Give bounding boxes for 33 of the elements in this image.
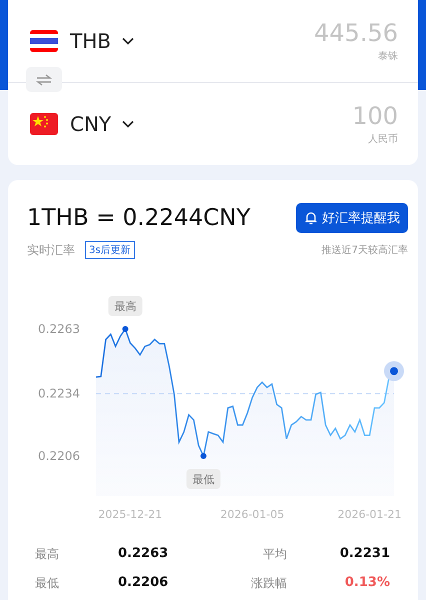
stat-label: 涨跌幅: [251, 575, 287, 592]
realtime-label: 实时汇率: [27, 242, 75, 258]
currency-name: 泰铢: [378, 50, 398, 63]
flag-icon: [30, 113, 58, 135]
swap-icon: [36, 74, 52, 86]
exchange-rate: 1THB = 0.2244CNY: [27, 205, 250, 231]
currency-code[interactable]: CNY: [70, 112, 112, 136]
current-dot: [384, 361, 404, 382]
stat-value: 0.13%: [344, 575, 390, 592]
stat-label: 最高: [35, 546, 60, 563]
axis-tick-label: 2026-01-05: [220, 508, 284, 521]
axis-tick-label: 2025-12-21: [98, 508, 162, 521]
stat-value: 0.2263: [118, 546, 170, 563]
swap-button[interactable]: [26, 67, 62, 92]
stat-label: 平均: [262, 546, 287, 563]
axis-tick-label: 0.2234: [38, 386, 80, 401]
rate-alert-button[interactable]: 好汇率提醒我: [296, 203, 408, 233]
axis-tick-label: 0.2206: [38, 449, 80, 463]
marker-dot: [200, 453, 206, 459]
axis-tick-label: 0.2263: [38, 322, 80, 336]
flag-icon: [30, 30, 58, 52]
stat-value: 0.2206: [118, 575, 170, 592]
bell-icon: [304, 211, 318, 225]
currency-name: 人民币: [368, 132, 398, 146]
marker-label: 最低: [192, 473, 214, 486]
stat-value: 0.2231: [338, 546, 390, 563]
alert-hint: 推送近7天较高汇率: [322, 244, 408, 257]
marker-dot: [122, 326, 128, 332]
countdown-badge: 3s后更新: [85, 241, 135, 259]
axis-tick-label: 2026-01-21: [338, 508, 402, 521]
stat-label: 最低: [35, 575, 60, 592]
currency-code[interactable]: THB: [70, 29, 111, 53]
marker-label: 最高: [114, 300, 136, 313]
